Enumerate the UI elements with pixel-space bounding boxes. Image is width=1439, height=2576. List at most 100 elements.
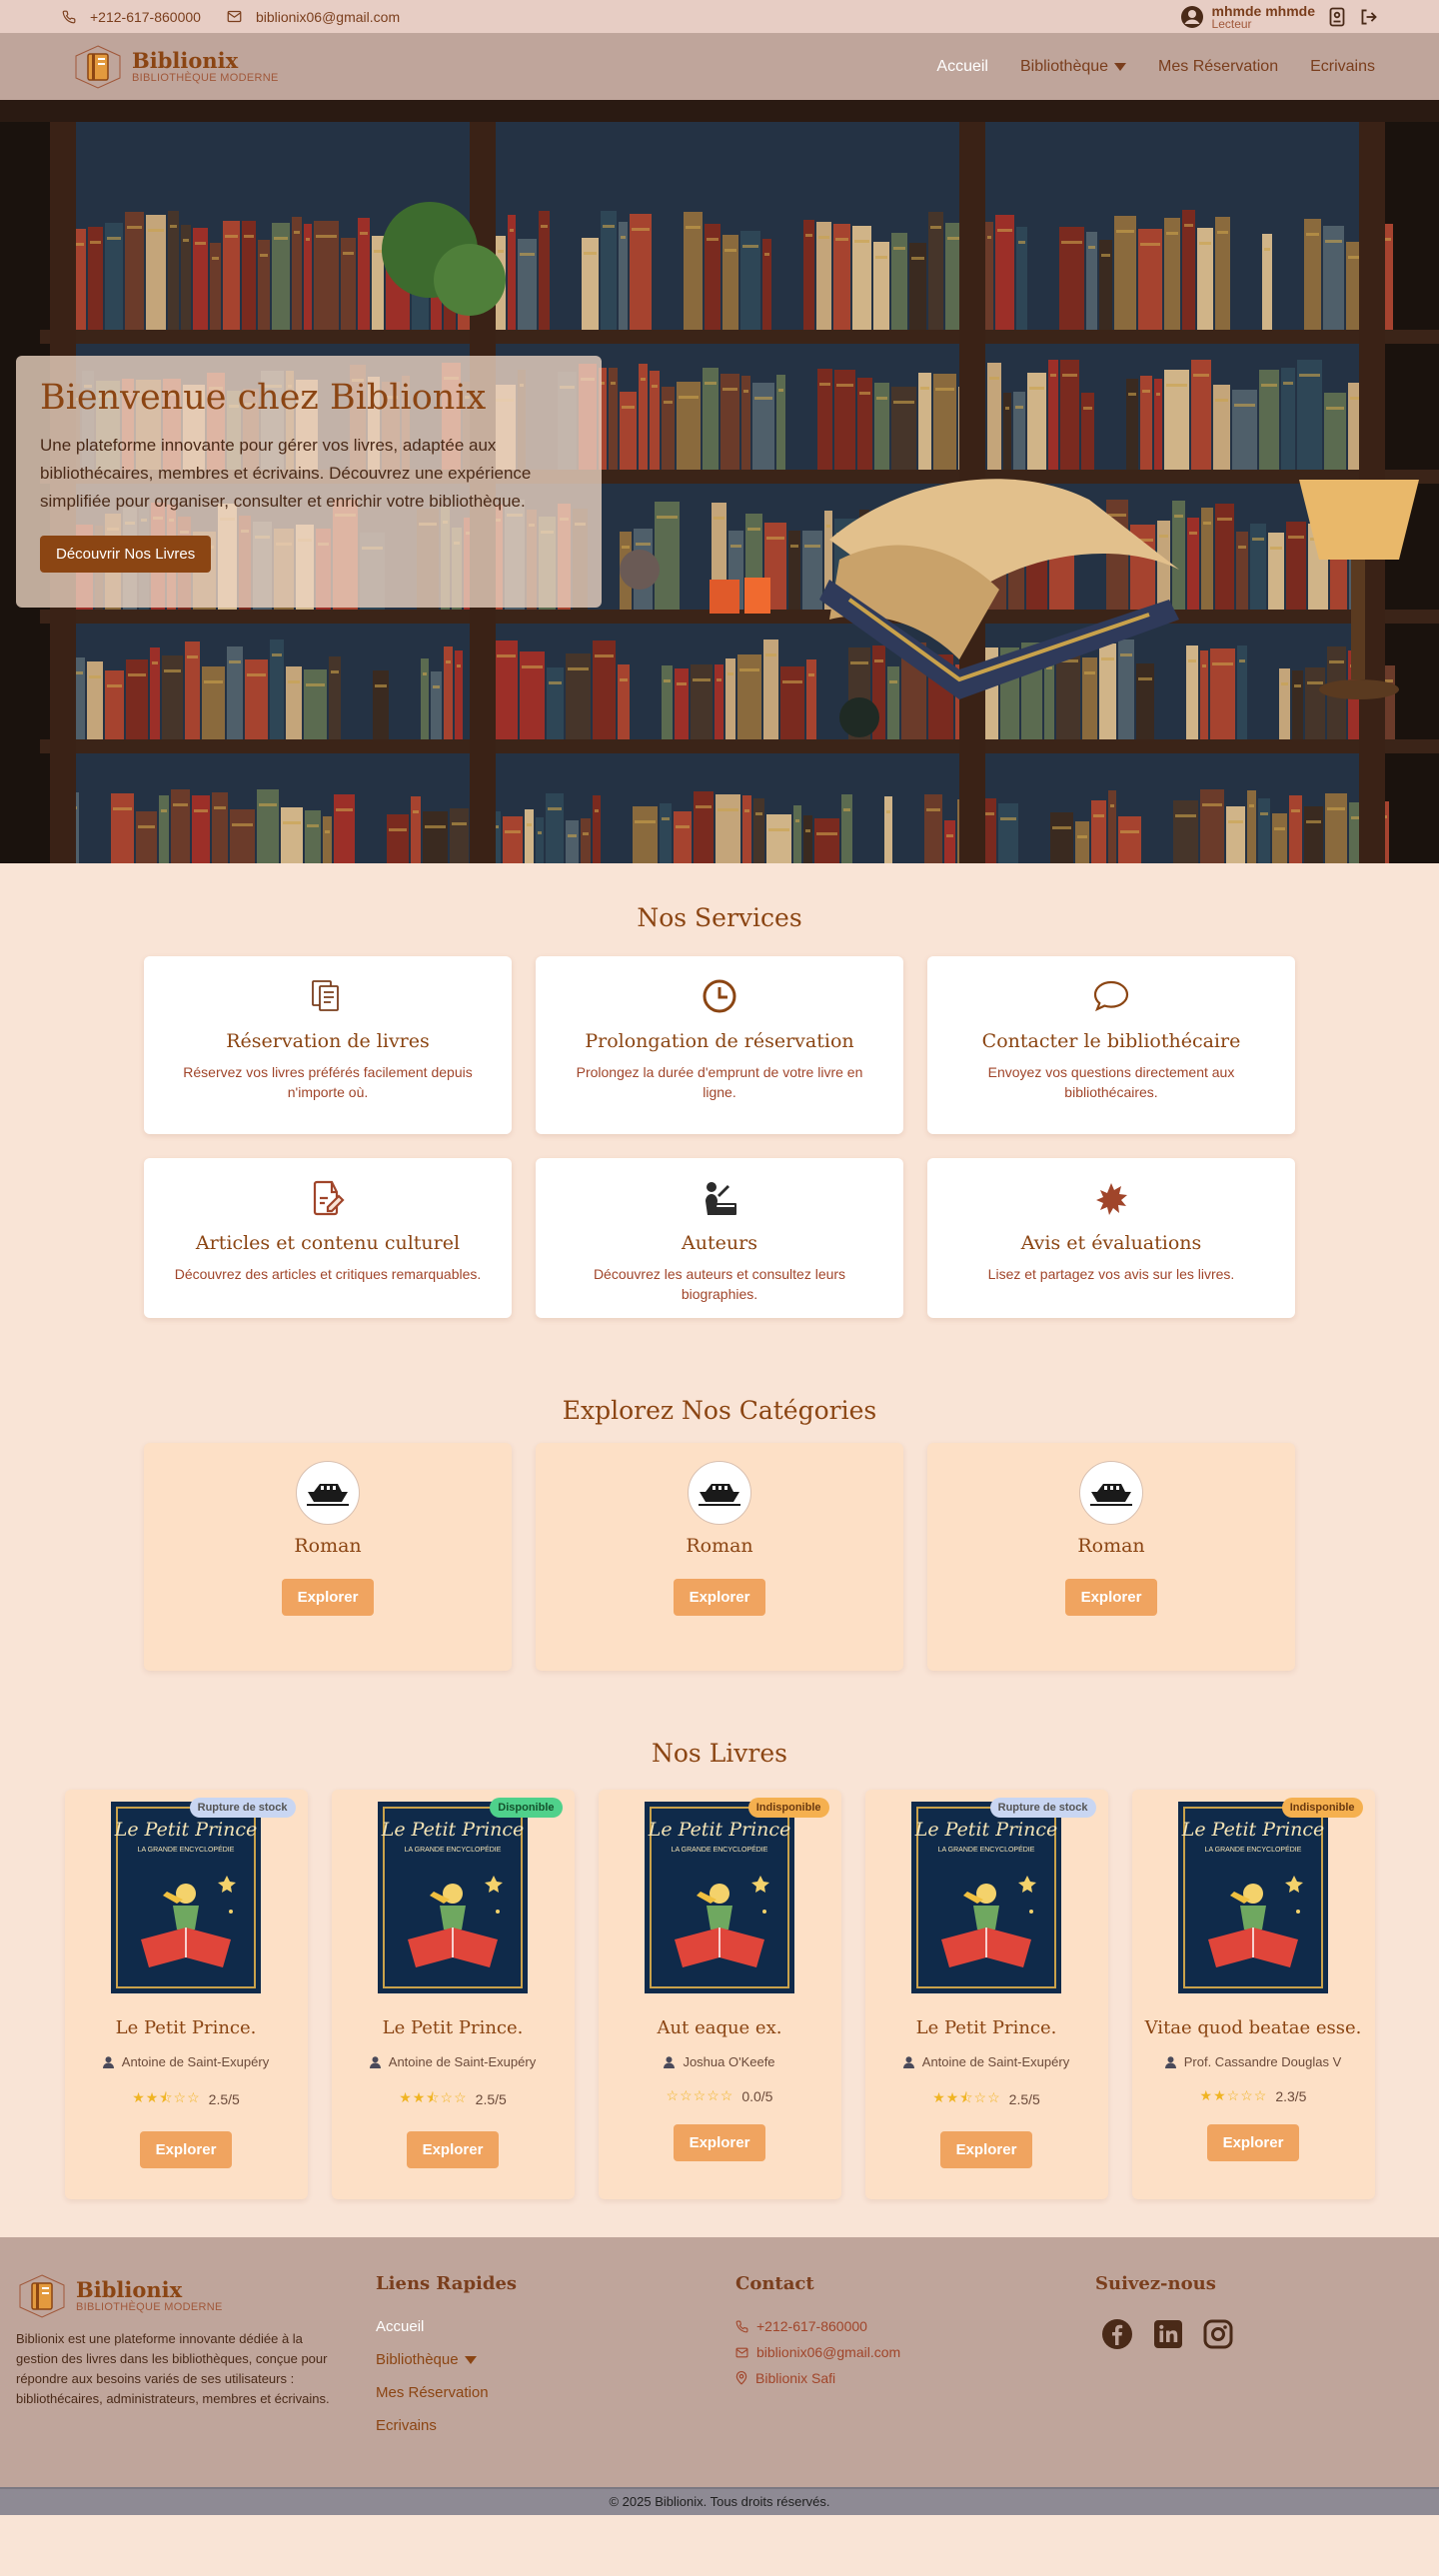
brand-name: Biblionix	[132, 47, 239, 73]
service-card[interactable]: Réservation de livres Réservez vos livres…	[144, 956, 512, 1134]
service-card[interactable]: Prolongation de réservation Prolongez la …	[536, 956, 903, 1134]
footer-about-text: Biblionix est une plateforme innovante d…	[16, 2331, 330, 2406]
topbar-email-text: biblionix06@gmail.com	[255, 8, 401, 25]
footer-brand-name: Biblionix	[76, 2277, 183, 2302]
nav-home[interactable]: Accueil	[936, 58, 988, 76]
user-icon	[102, 2055, 114, 2068]
book-title: Le Petit Prince.	[382, 2017, 524, 2038]
book-rating: ★★☆☆☆ 2.3/5	[1132, 2087, 1375, 2104]
book-title: Le Petit Prince.	[915, 2017, 1057, 2038]
book-rating: ★★⯪☆☆ 2.5/5	[65, 2087, 308, 2111]
nav-library-dropdown[interactable]: Bibliothèque	[1020, 58, 1127, 76]
book-status-badge: Rupture de stock	[189, 1798, 296, 1818]
book-explore-button[interactable]: Explorer	[1206, 2124, 1300, 2161]
book-explore-button[interactable]: Explorer	[406, 2131, 500, 2168]
rating-stars-icon: ★★☆☆☆	[1199, 2087, 1268, 2103]
rating-stars-icon: ★★⯪☆☆	[399, 2089, 468, 2105]
cover-title: Le Petit Prince	[914, 1819, 1058, 1841]
category-ship-icon	[1079, 1461, 1143, 1525]
footer-link-writers[interactable]: Ecrivains	[376, 2417, 735, 2434]
footer-link-library-label: Bibliothèque	[376, 2351, 459, 2368]
main-navbar: Biblionix BIBLIOTHÈQUE MODERNE Accueil B…	[0, 33, 1439, 100]
edit-document-icon	[144, 1178, 512, 1218]
brand-tagline: BIBLIOTHÈQUE MODERNE	[132, 71, 279, 84]
footer-brand-tagline: BIBLIOTHÈQUE MODERNE	[76, 2301, 223, 2313]
user-icon	[664, 2055, 676, 2068]
book-rating: ☆☆☆☆☆ 0.0/5	[599, 2087, 841, 2104]
footer-contact-email[interactable]: biblionix06@gmail.com	[735, 2344, 1095, 2360]
footer-contact-phone[interactable]: +212-617-860000	[735, 2318, 1095, 2334]
book-cover-image: Le Petit Prince LA GRANDE ENCYCLOPÉDIE	[1178, 1802, 1328, 1993]
linkedin-icon[interactable]	[1153, 2318, 1183, 2350]
category-explore-button[interactable]: Explorer	[1064, 1579, 1158, 1616]
book-rating: ★★⯪☆☆ 2.5/5	[865, 2087, 1108, 2111]
user-profile[interactable]: mhmde mhmde Lecteur	[1180, 4, 1315, 30]
footer-links-title: Liens Rapides	[376, 2273, 518, 2294]
book-author: Antoine de Saint-Exupéry	[65, 2054, 308, 2069]
service-description: Envoyez vos questions directement aux bi…	[987, 1064, 1235, 1100]
footer-address-text: Biblionix Safi	[755, 2370, 836, 2386]
category-ship-icon	[688, 1461, 751, 1525]
cover-title: Le Petit Prince	[381, 1819, 525, 1841]
footer-link-reservations[interactable]: Mes Réservation	[376, 2384, 735, 2401]
facebook-icon[interactable]	[1101, 2318, 1133, 2350]
category-explore-button[interactable]: Explorer	[281, 1579, 375, 1616]
phone-icon	[62, 10, 76, 24]
logout-icon[interactable]	[1359, 8, 1379, 26]
service-card[interactable]: Avis et évaluations Lisez et partagez vos…	[927, 1158, 1295, 1318]
book-status-badge: Disponible	[490, 1798, 563, 1818]
cover-subtitle: LA GRANDE ENCYCLOPÉDIE	[405, 1845, 502, 1854]
caret-down-icon	[464, 2355, 477, 2364]
map-pin-icon	[735, 2371, 747, 2385]
book-card: Rupture de stock Le Petit Prince LA GRANDE…	[864, 1790, 1108, 2199]
user-role: Lecteur	[1211, 16, 1252, 31]
discover-books-button[interactable]: Découvrir Nos Livres	[40, 536, 212, 573]
topbar-email[interactable]: biblionix06@gmail.com	[227, 9, 400, 25]
copy-icon	[144, 976, 512, 1016]
footer-contact-title: Contact	[735, 2273, 814, 2294]
book-card: Disponible Le Petit Prince LA GRANDE ENCYC…	[331, 1790, 575, 2199]
nav-reservations[interactable]: Mes Réservation	[1158, 58, 1278, 76]
categories-section: Explorez Nos Catégories Roman Explorer Rom…	[0, 1318, 1439, 1671]
book-explore-button[interactable]: Explorer	[673, 2124, 766, 2161]
brand-logo[interactable]: Biblionix BIBLIOTHÈQUE MODERNE	[72, 44, 279, 90]
user-icon	[1164, 2055, 1176, 2068]
book-explore-button[interactable]: Explorer	[139, 2131, 233, 2168]
mail-icon	[227, 10, 242, 23]
services-grid: Réservation de livres Réservez vos livres…	[0, 956, 1439, 1318]
books-title: Nos Livres	[652, 1739, 787, 1768]
nav-menu: Accueil Bibliothèque Mes Réservation Ecr…	[936, 58, 1375, 76]
id-card-icon[interactable]	[1329, 7, 1345, 27]
instagram-icon[interactable]	[1203, 2318, 1233, 2350]
footer-link-library[interactable]: Bibliothèque	[376, 2351, 735, 2368]
book-rating-value: 0.0/5	[741, 2087, 773, 2104]
book-explore-button[interactable]: Explorer	[939, 2131, 1033, 2168]
nav-writers[interactable]: Ecrivains	[1310, 58, 1375, 76]
category-explore-button[interactable]: Explorer	[673, 1579, 766, 1616]
author-icon	[536, 1178, 903, 1218]
category-card: Roman Explorer	[536, 1443, 903, 1671]
hero-description: Une plateforme innovante pour gérer vos …	[40, 436, 532, 511]
phone-icon	[735, 2320, 748, 2333]
book-author-name: Antoine de Saint-Exupéry	[921, 2054, 1070, 2069]
footer-contact-column: Contact +212-617-860000 biblionix06@gmai…	[735, 2273, 1095, 2487]
service-description: Découvrez des articles et critiques rema…	[174, 1266, 482, 1282]
footer-about-column: Biblionix BIBLIOTHÈQUE MODERNE Biblionix…	[16, 2273, 376, 2487]
book-title: Aut eaque ex.	[657, 2017, 782, 2038]
topbar-phone[interactable]: +212-617-860000	[62, 9, 201, 25]
services-section: Nos Services Réservation de livres Réserv…	[0, 863, 1439, 1318]
service-title: Auteurs	[682, 1232, 757, 1254]
footer-link-home[interactable]: Accueil	[376, 2318, 735, 2335]
copyright-bar: © 2025 Biblionix. Tous droits réservés.	[0, 2487, 1439, 2515]
service-description: Réservez vos livres préférés facilement …	[183, 1064, 473, 1100]
category-name: Roman	[294, 1535, 362, 1557]
book-status-badge: Rupture de stock	[989, 1798, 1096, 1818]
footer: Biblionix BIBLIOTHÈQUE MODERNE Biblionix…	[0, 2237, 1439, 2487]
footer-brand[interactable]: Biblionix BIBLIOTHÈQUE MODERNE	[16, 2273, 376, 2319]
service-card[interactable]: Auteurs Découvrez les auteurs et consulte…	[536, 1158, 903, 1318]
service-card[interactable]: Articles et contenu culturel Découvrez de…	[144, 1158, 512, 1318]
splat-icon	[927, 1178, 1295, 1218]
service-card[interactable]: Contacter le bibliothécaire Envoyez vos q…	[927, 956, 1295, 1134]
clock-icon	[536, 976, 903, 1016]
service-description: Découvrez les auteurs et consultez leurs…	[593, 1266, 846, 1302]
